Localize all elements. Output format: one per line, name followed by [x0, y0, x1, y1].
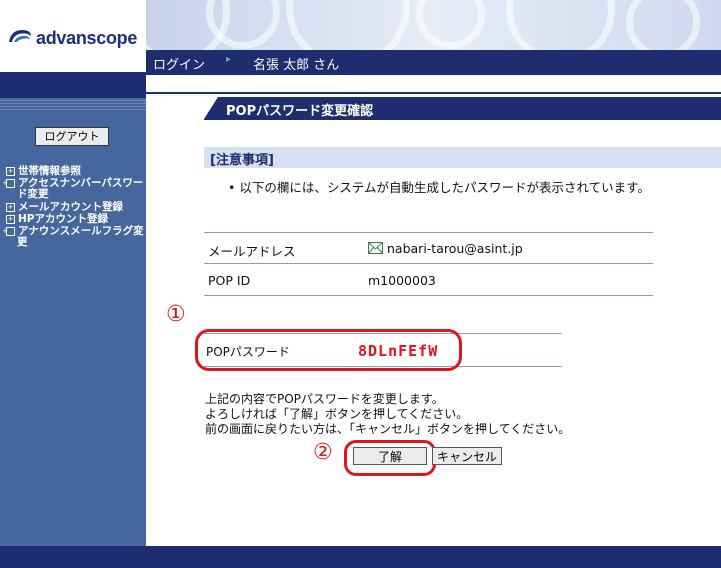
sidebar-item-label: HPアカウント登録: [18, 213, 108, 225]
cancel-button[interactable]: キャンセル: [432, 447, 502, 465]
page-header-notch: [204, 97, 218, 119]
sidebar-item-announce-mail-flag[interactable]: + アナウンスメールフラグ変更: [2, 225, 153, 248]
sidebar-top-band: [0, 72, 146, 98]
square-plus-icon: +: [2, 227, 15, 236]
nav-divider: [146, 74, 721, 75]
sidebar-item-household-info[interactable]: + 世帯情報参照: [6, 166, 142, 177]
sidebar-item-hp-account[interactable]: + HPアカウント登録: [6, 214, 142, 225]
ok-button[interactable]: 了解: [353, 447, 427, 465]
logo-area: advanscope: [0, 0, 146, 72]
callout-number-one: ①: [166, 302, 186, 327]
brand-logo-text: advanscope: [36, 28, 138, 48]
notice-title: [注意事項]: [210, 153, 274, 168]
table-rule: [204, 295, 653, 296]
square-plus-icon: +: [2, 179, 15, 188]
footer-band: [0, 546, 721, 568]
header-rule: [204, 119, 721, 120]
nav-separator-icon: ▸: [226, 54, 232, 65]
header-banner: [146, 0, 721, 50]
notice-text: • 以下の欄には、システムが自動生成したパスワードが表示されています。: [228, 180, 650, 195]
notice-box: [注意事項]: [204, 147, 721, 168]
logout-button[interactable]: ログアウト: [35, 127, 109, 146]
sidebar-item-mail-account[interactable]: + メールアカウント登録: [6, 202, 142, 213]
page-title: POPパスワード変更確認: [226, 104, 374, 119]
pop-id-value: m1000003: [368, 273, 436, 288]
callout-ring-password: [195, 329, 462, 371]
sidebar-item-label: メールアカウント登録: [18, 201, 123, 213]
page-header: POPパスワード変更確認: [204, 97, 721, 119]
square-plus-icon: +: [6, 215, 15, 224]
mail-address-value: nabari-tarou@asint.jp: [387, 241, 523, 256]
pop-id-label: POP ID: [208, 273, 251, 288]
nav-user-name: 名張 太郎 さん: [253, 58, 340, 73]
sidebar-item-label: アクセスナンバーパスワード変更: [17, 177, 144, 200]
mail-address-label: メールアドレス: [208, 244, 296, 259]
table-rule: [204, 263, 653, 264]
table-rule: [204, 232, 653, 233]
square-plus-icon: +: [6, 167, 15, 176]
sidebar: ログアウト + 世帯情報参照 + アクセスナンバーパスワード変更 + メールアカウント…: [0, 72, 146, 546]
message-line-3: 前の画面に戻りたい方は、「キャンセル」ボタンを押してください。: [205, 422, 571, 436]
top-nav-bar: ログイン ▸ 名張 太郎 さん: [146, 50, 721, 74]
callout-number-two: ②: [313, 440, 333, 465]
nav-login-label[interactable]: ログイン: [153, 54, 205, 73]
sidebar-item-access-number-password[interactable]: + アクセスナンバーパスワード変更: [2, 177, 153, 200]
mail-envelope-icon: [368, 242, 383, 254]
sidebar-item-label: 世帯情報参照: [18, 165, 81, 177]
square-plus-icon: +: [6, 203, 15, 212]
nav-under-rule: [146, 92, 721, 94]
sidebar-item-label: アナウンスメールフラグ変更: [17, 225, 144, 248]
advanscope-logo-icon: [9, 30, 31, 42]
